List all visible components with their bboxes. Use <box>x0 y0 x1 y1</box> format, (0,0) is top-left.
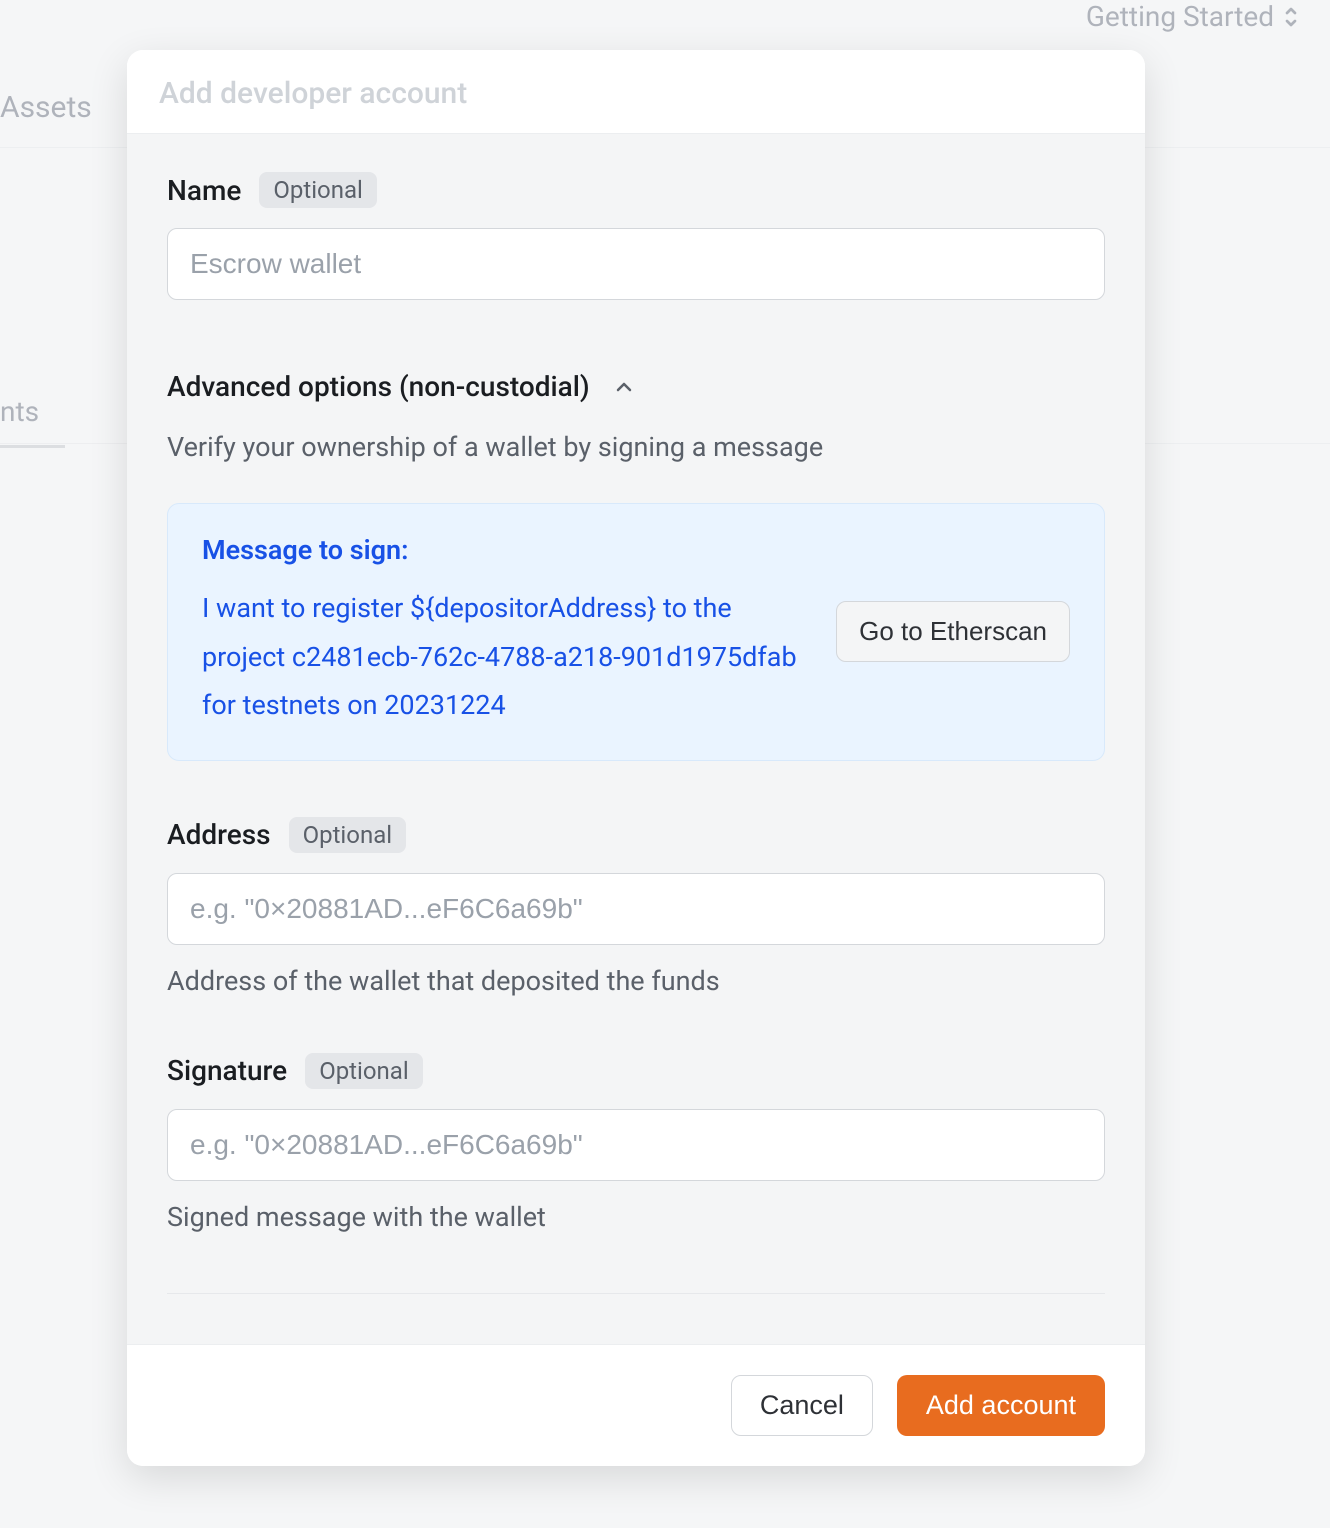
selector-icon <box>1282 5 1300 29</box>
chevron-up-icon <box>612 375 636 399</box>
assets-label: Assets <box>0 90 92 125</box>
name-input[interactable] <box>167 228 1105 300</box>
modal-body: Name Optional Advanced options (non-cust… <box>127 134 1145 1344</box>
signature-help: Signed message with the wallet <box>167 1201 1105 1233</box>
optional-badge: Optional <box>259 172 377 208</box>
getting-started-selector: Getting Started <box>1086 0 1300 33</box>
optional-badge: Optional <box>305 1053 423 1089</box>
advanced-options-description: Verify your ownership of a wallet by sig… <box>167 431 1105 463</box>
address-label: Address <box>167 818 271 851</box>
modal-footer: Cancel Add account <box>127 1344 1145 1466</box>
address-input[interactable] <box>167 873 1105 945</box>
optional-badge: Optional <box>289 817 407 853</box>
info-text-column: Message to sign: I want to register ${de… <box>202 534 806 730</box>
modal-header: Add developer account <box>127 50 1145 134</box>
name-label-row: Name Optional <box>167 172 1105 208</box>
message-to-sign-box: Message to sign: I want to register ${de… <box>167 503 1105 761</box>
signature-field-block: Signature Optional Signed message with t… <box>167 1053 1105 1233</box>
signature-label: Signature <box>167 1054 287 1087</box>
background-tab-underline <box>0 445 65 448</box>
message-to-sign-body: I want to register ${depositorAddress} t… <box>202 584 806 730</box>
modal-title: Add developer account <box>159 76 1113 111</box>
advanced-options-toggle[interactable]: Advanced options (non-custodial) <box>167 370 1105 403</box>
getting-started-label: Getting Started <box>1086 0 1274 33</box>
divider <box>167 1293 1105 1294</box>
signature-input[interactable] <box>167 1109 1105 1181</box>
name-field-block: Name Optional <box>167 172 1105 300</box>
add-account-button[interactable]: Add account <box>897 1375 1105 1436</box>
address-field-block: Address Optional Address of the wallet t… <box>167 817 1105 997</box>
go-to-etherscan-button[interactable]: Go to Etherscan <box>836 601 1070 662</box>
cancel-button[interactable]: Cancel <box>731 1375 873 1436</box>
name-label: Name <box>167 174 241 207</box>
advanced-options-title: Advanced options (non-custodial) <box>167 370 590 403</box>
signature-label-row: Signature Optional <box>167 1053 1105 1089</box>
background-tab-fragment: nts <box>0 395 39 428</box>
message-to-sign-heading: Message to sign: <box>202 534 806 566</box>
address-help: Address of the wallet that deposited the… <box>167 965 1105 997</box>
address-label-row: Address Optional <box>167 817 1105 853</box>
add-developer-account-modal: Add developer account Name Optional Adva… <box>127 50 1145 1466</box>
